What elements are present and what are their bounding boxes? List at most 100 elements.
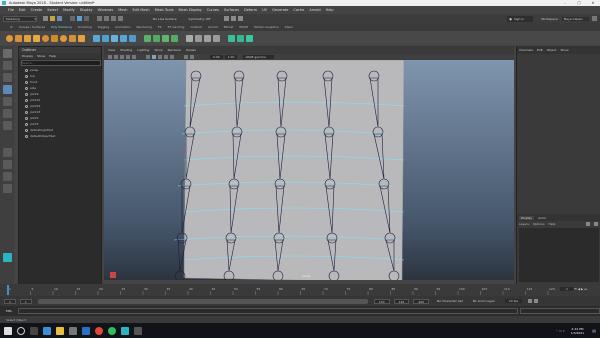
tab-rendering[interactable]: Rendering [136,25,151,29]
outliner-layout-icon[interactable] [2,172,12,181]
menu-mesh[interactable]: Mesh [118,8,127,12]
app-icon[interactable] [134,326,142,335]
menu-select[interactable]: Select [47,8,58,12]
outliner-item[interactable]: defaultObjectSet [19,133,101,139]
preferences-icon[interactable] [534,299,539,303]
tab-custom[interactable]: Custom [190,25,202,29]
bookmarks-icon[interactable] [114,55,118,59]
smooth-icon[interactable] [111,34,118,42]
tab-display-layers[interactable]: Display [519,215,535,220]
isolate-select-icon[interactable] [184,55,188,59]
scale-tool-icon[interactable] [2,109,12,118]
viewport-menu-view[interactable]: View [108,48,115,52]
menu-file[interactable]: File [8,8,14,12]
outliner-menu-help[interactable]: Help [49,54,56,58]
viewport-menu-panels[interactable]: Panels [186,48,196,52]
windows-start-icon[interactable] [4,326,12,335]
menu-surfaces[interactable]: Surfaces [224,8,239,12]
graph-editor-layout-icon[interactable] [2,184,12,193]
open-scene-icon[interactable] [50,16,55,21]
save-scene-icon[interactable] [57,16,62,21]
anim-layer-dropdown[interactable]: No Anim Layer [473,299,495,303]
snap-surface-icon[interactable] [118,16,123,21]
tab-curves-surfaces[interactable]: Curves / Surfaces [19,25,45,29]
toggle-panel-icon[interactable] [592,16,597,21]
menu-edit[interactable]: Edit [19,8,26,12]
poly-cylinder-icon[interactable] [24,34,31,42]
mirror-icon[interactable] [129,34,136,42]
new-scene-icon[interactable] [43,16,48,21]
tab-fx[interactable]: FX [158,25,162,29]
outliner-menu-show[interactable]: Show [37,54,45,58]
value-field-b[interactable]: 1.00 [224,55,238,59]
maya-taskbar-icon[interactable] [121,326,129,335]
menu-edit-mesh[interactable]: Edit Mesh [132,8,149,12]
chrome-icon[interactable] [95,326,103,335]
time-slider[interactable]: 1 5 10 15 20 25 30 35 40 45 50 55 60 65 70 75 80 85 90 95 10… [0,284,600,296]
play-forward-icon[interactable]: ▶ [581,287,583,291]
tab-xgen[interactable]: XGen [285,25,293,29]
camera-attributes-icon[interactable] [108,55,112,59]
range-end-field[interactable]: 120 [373,298,390,304]
sign-in-button[interactable]: ● Sign In [507,15,534,22]
snap-grid-icon[interactable] [97,16,102,21]
planar-mapping-icon[interactable] [228,34,235,42]
end-frame-field[interactable]: 120 [393,298,410,304]
layer-list[interactable] [519,228,599,282]
menu-cache[interactable]: Cache [293,8,304,12]
menu-arnold[interactable]: Arnold [309,8,320,12]
viewport-menu-lighting[interactable]: Lighting [137,48,149,52]
tab-sculpting[interactable]: Sculpting [78,25,92,29]
target-weld-icon[interactable] [195,34,202,42]
tab-bifrost[interactable]: Bifrost [224,25,234,29]
last-tool-icon[interactable] [2,121,12,130]
range-start-field[interactable]: 1 [19,298,32,304]
start-frame-field[interactable]: 1 [4,298,16,304]
menu-curves[interactable]: Curves [207,8,219,12]
platonic-solid-icon[interactable] [69,34,76,42]
film-gate-icon[interactable] [132,55,136,59]
tab-rigging[interactable]: Rigging [98,25,109,29]
file-explorer-icon[interactable] [56,326,64,335]
value-field-a[interactable]: 0.00 [210,55,223,59]
poly-cone-icon[interactable] [33,34,40,42]
layer-menu-options[interactable]: Options [533,222,545,226]
shadows-icon[interactable] [170,55,174,59]
close-button[interactable]: ✕ [586,1,600,5]
system-tray-icons[interactable]: ⌃ ▭ ♪ [556,329,565,333]
go-to-end-icon[interactable]: ⏭ [584,287,587,291]
go-to-start-icon[interactable]: ⏮ [574,287,577,291]
menu-modify[interactable]: Modify [63,8,75,12]
lasso-tool-icon[interactable] [2,61,12,70]
tab-animation[interactable]: Animation [115,25,130,29]
xray-icon[interactable] [190,55,194,59]
command-input[interactable] [18,308,519,314]
joint[interactable] [174,270,186,280]
new-layer-selected-icon[interactable] [594,222,598,226]
menu-uv[interactable]: UV [262,8,267,12]
select-hierarchy-icon[interactable] [70,16,75,21]
connect-icon[interactable] [204,34,211,42]
channel-menu-edit[interactable]: Edit [537,48,543,52]
channel-menu-channels[interactable]: Channels [519,48,533,52]
menu-display[interactable]: Display [80,8,93,12]
poly-cube-icon[interactable] [15,34,22,42]
snap-curve-icon[interactable] [104,16,109,21]
select-object-icon[interactable] [77,16,82,21]
smooth-shade-icon[interactable] [152,55,156,59]
viewport-menu-shading[interactable]: Shading [120,48,132,52]
symmetry-field[interactable]: Symmetry: Off [189,17,211,21]
menu-windows[interactable]: Windows [98,8,114,12]
search-icon[interactable] [17,326,25,335]
view-cube-icon[interactable] [110,272,116,278]
single-perspective-icon[interactable] [2,148,12,157]
menu-help[interactable]: Help [326,8,334,12]
menu-deform[interactable]: Deform [244,8,257,12]
mode-dropdown[interactable]: Modeling ▾ [3,15,37,22]
menu-mesh-display[interactable]: Mesh Display [179,8,202,12]
image-plane-icon[interactable] [120,55,124,59]
viewport-menu-show[interactable]: Show [154,48,162,52]
ipr-render-icon[interactable] [231,16,237,21]
shelf-settings-icon[interactable]: ⚙ [10,25,13,29]
fps-dropdown[interactable]: 24 fps [504,299,523,303]
